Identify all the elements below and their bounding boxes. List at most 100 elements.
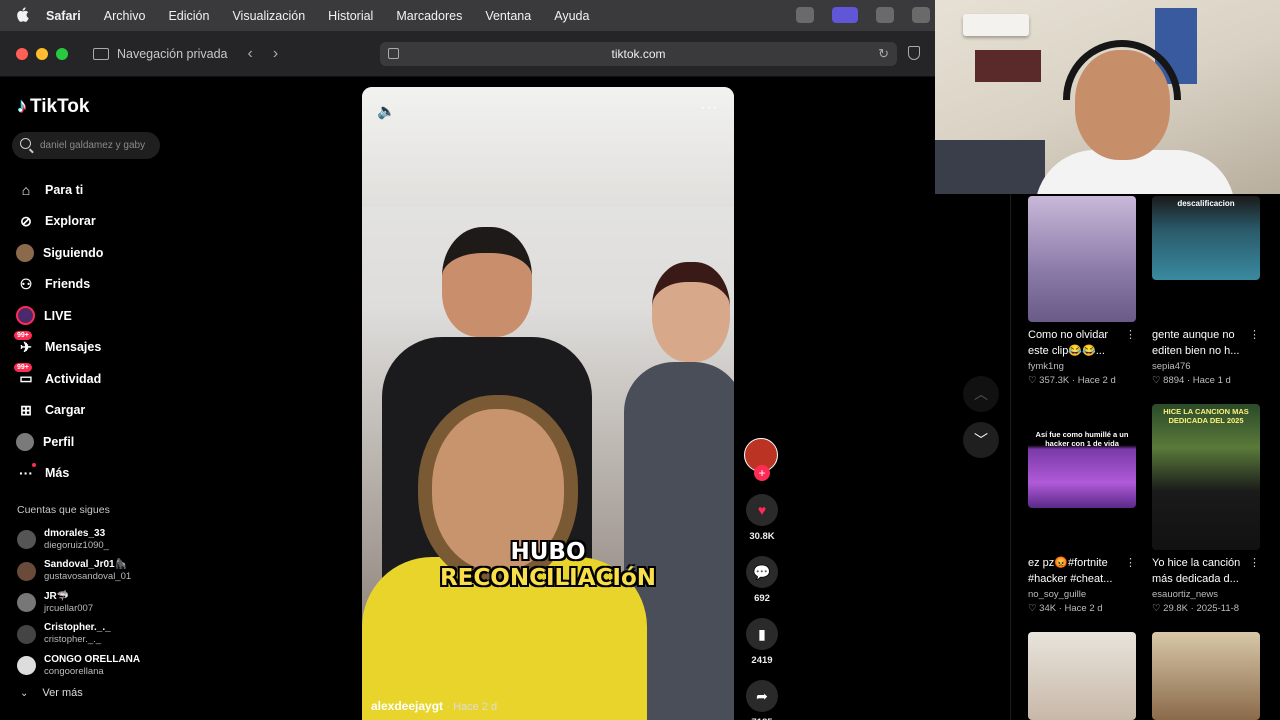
share-icon[interactable]: ➦	[746, 680, 778, 712]
recommendations-panel: Como no olvidar este clip😂😂... ⋮ fymk1ng…	[1010, 194, 1280, 720]
account-handle: congoorellana	[44, 665, 104, 677]
card-title-text[interactable]: ez pz😡#fortnite #hacker #cheat...	[1028, 557, 1112, 585]
nav-item-actividad[interactable]: ▭ 99+ Actividad	[14, 362, 103, 395]
comment-icon[interactable]: 💬	[746, 556, 778, 588]
nav-label: Friends	[45, 277, 91, 292]
card-title-text[interactable]: Yo hice la canción más dedicada d...	[1152, 557, 1240, 585]
menu-ventana[interactable]: Ventana	[485, 9, 531, 23]
avatar	[17, 624, 36, 644]
card-title[interactable]: gente aunque no editen bien no h... ⋮	[1152, 327, 1260, 359]
like-action[interactable]: ♥ 30.8K	[744, 494, 780, 542]
apple-icon[interactable]	[16, 6, 34, 25]
menu-historial[interactable]: Historial	[328, 9, 373, 23]
nav-item-mensajes[interactable]: ✈ 99+ Mensajes	[14, 331, 103, 364]
menu-archivo[interactable]: Archivo	[104, 9, 146, 23]
avatar	[17, 561, 36, 581]
video-background	[362, 87, 734, 207]
author-name[interactable]: alexdeejaygt	[371, 699, 443, 713]
menu-marcadores[interactable]: Marcadores	[396, 9, 462, 23]
nav-item-para-ti[interactable]: ⌂ Para ti	[16, 174, 103, 206]
creator-avatar[interactable]: +	[744, 438, 778, 481]
home-icon: ⌂	[21, 181, 31, 198]
video-author[interactable]: alexdeejaygt · Hace 2 d	[371, 699, 497, 713]
video-thumbnail[interactable]: Así fue como humillé a un hacker con 1 d…	[1028, 424, 1136, 508]
live-icon	[16, 306, 35, 326]
nav-item-explorar[interactable]: ⊘ Explorar	[16, 206, 103, 238]
card-menu-icon[interactable]: ⋮	[1249, 327, 1260, 343]
next-video-button[interactable]: ﹀	[963, 422, 999, 458]
card-menu-icon[interactable]: ⋮	[1249, 555, 1260, 571]
card-title[interactable]: Yo hice la canción más dedicada d... ⋮	[1152, 555, 1260, 587]
following-account[interactable]: JR🦈 jrcuellar007	[17, 587, 140, 619]
card-menu-icon[interactable]: ⋮	[1125, 327, 1136, 343]
card-author[interactable]: sepia476	[1152, 361, 1191, 372]
comment-action[interactable]: 💬 692	[744, 556, 780, 604]
previous-video-button[interactable]: ︿	[963, 376, 999, 412]
video-caption-line1: HUBO	[510, 539, 586, 565]
globe-status-icon[interactable]	[796, 7, 814, 23]
heart-icon[interactable]: ♥	[746, 494, 778, 526]
card-title[interactable]: Como no olvidar este clip😂😂... ⋮	[1028, 327, 1136, 359]
zoom-window-button[interactable]	[56, 47, 68, 60]
nav-label: Perfil	[43, 434, 75, 449]
card-title-text[interactable]: gente aunque no editen bien no h...	[1152, 329, 1239, 357]
tiktok-logo[interactable]: ♪ TikTok	[17, 95, 89, 118]
address-bar[interactable]: tiktok.com ↻	[380, 42, 897, 66]
nav-item-cargar[interactable]: ⊞ Cargar	[16, 395, 103, 427]
following-account[interactable]: Cristopher._._ cristopher._._	[17, 619, 140, 651]
card-author[interactable]: no_soy_guille	[1028, 589, 1086, 600]
video-thumbnail[interactable]	[1152, 632, 1260, 720]
account-name: CONGO ORELLANA	[44, 653, 141, 665]
nav-item-perfil[interactable]: Perfil	[16, 426, 103, 458]
nav-item-siguiendo[interactable]: Siguiendo	[16, 237, 103, 269]
reload-icon[interactable]: ↻	[878, 46, 889, 62]
page-menu-icon[interactable]	[388, 48, 399, 59]
following-section-title: Cuentas que sigues	[17, 504, 110, 516]
upload-icon: ⊞	[20, 401, 32, 418]
video-thumbnail[interactable]	[1028, 196, 1136, 322]
see-more-button[interactable]: ⌄ Ver más	[20, 687, 83, 699]
close-window-button[interactable]	[16, 47, 28, 60]
card-author[interactable]: fymk1ng	[1028, 361, 1064, 372]
menu-visualizacion[interactable]: Visualización	[232, 9, 305, 23]
following-account[interactable]: dmorales_33 diegoruiz1090_	[17, 524, 140, 556]
view-count: 8894	[1163, 375, 1185, 386]
menu-app-name[interactable]: Safari	[46, 9, 81, 23]
bookmark-icon[interactable]: ▮	[746, 618, 778, 650]
video-player[interactable]: HUBO RECONCILIACIóN 🔈 ··· alexdeejaygt ·…	[362, 87, 734, 720]
menu-ayuda[interactable]: Ayuda	[554, 9, 589, 23]
following-account[interactable]: CONGO ORELLANA congoorellana	[17, 650, 140, 682]
card-title-text[interactable]: Como no olvidar este clip😂😂...	[1028, 329, 1108, 357]
search-input[interactable]: daniel galdamez y gaby	[12, 132, 160, 159]
privacy-shield-icon[interactable]	[908, 46, 920, 60]
logo-text: TikTok	[30, 95, 90, 117]
card-date: 2025-11-8	[1196, 603, 1240, 614]
nav-item-live[interactable]: LIVE	[16, 300, 103, 332]
video-thumbnail[interactable]: HICE LA CANCION MAS DEDICADA DEL 2025	[1152, 404, 1260, 550]
tiktok-sidebar: ♪ TikTok daniel galdamez y gaby ⌂ Para t…	[0, 77, 170, 720]
private-browsing-label: Navegación privada	[117, 46, 228, 61]
card-title[interactable]: ez pz😡#fortnite #hacker #cheat... ⋮	[1028, 555, 1136, 587]
main-nav: ⌂ Para ti ⊘ Explorar Siguiendo ⚇ Friends…	[14, 174, 103, 490]
nav-item-mas[interactable]: ··· Más	[16, 458, 103, 490]
nav-item-friends[interactable]: ⚇ Friends	[16, 269, 103, 301]
card-menu-icon[interactable]: ⋮	[1125, 555, 1136, 571]
forward-arrow-icon[interactable]: ›	[273, 45, 278, 63]
minimize-window-button[interactable]	[36, 47, 48, 60]
video-thumbnail[interactable]: descalificacion	[1152, 196, 1260, 280]
save-action[interactable]: ▮ 2419	[744, 618, 780, 666]
video-thumbnail[interactable]	[1028, 632, 1136, 720]
sidebar-toggle-icon[interactable]	[93, 47, 109, 60]
search-icon	[20, 138, 31, 149]
share-action[interactable]: ➦ 7185	[744, 680, 780, 720]
menu-edicion[interactable]: Edición	[168, 9, 209, 23]
volume-icon[interactable]: 🔈	[377, 102, 396, 120]
cloud-icon[interactable]	[912, 7, 930, 23]
app-status-icon[interactable]	[876, 7, 894, 23]
card-author[interactable]: esauortiz_news	[1152, 589, 1218, 600]
back-arrow-icon[interactable]: ‹	[248, 45, 253, 63]
more-options-icon[interactable]: ···	[700, 99, 719, 117]
screen-record-icon[interactable]	[832, 7, 858, 23]
following-account[interactable]: Sandoval_Jr01🦍 gustavosandoval_01	[17, 556, 140, 588]
follow-plus-icon[interactable]: +	[754, 465, 770, 481]
